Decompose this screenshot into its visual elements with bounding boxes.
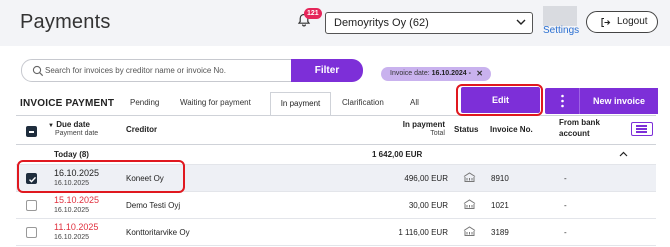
from-bank-account: -	[564, 174, 567, 183]
creditor-name: Demo Testi Oyj	[126, 201, 181, 210]
filter-chip-label: Invoice date:	[390, 70, 430, 77]
creditor-header[interactable]: Creditor	[126, 125, 157, 134]
chevron-down-icon	[516, 19, 526, 25]
notification-badge: 121	[304, 8, 322, 19]
chevron-up-icon[interactable]	[619, 151, 628, 157]
table-header: ▼ Due date Payment date Creditor In paym…	[16, 116, 656, 145]
tab-clarification[interactable]: Clarification	[342, 98, 384, 107]
creditor-name: Konttoritarvike Oy	[126, 228, 190, 237]
invoice-no-header[interactable]: Invoice No.	[490, 125, 533, 134]
select-all-checkbox[interactable]	[26, 126, 37, 137]
from-bank-header[interactable]: From bank account	[559, 118, 600, 138]
tab-waiting-for-payment[interactable]: Waiting for payment	[180, 98, 251, 107]
edit-button-highlight	[456, 84, 543, 116]
table-row[interactable]: 11.10.2025 16.10.2025 Konttoritarvike Oy…	[16, 219, 656, 246]
amount-header[interactable]: In payment Total	[388, 120, 445, 137]
invoice-number: 1021	[491, 201, 509, 210]
payment-date: 16.10.2025	[54, 207, 90, 214]
tab-all[interactable]: All	[410, 98, 419, 107]
search-box	[21, 59, 293, 82]
group-total: 1 642,00 EUR	[372, 150, 423, 159]
from-bank-account: -	[564, 201, 567, 210]
creditor-header-label: Creditor	[126, 125, 158, 134]
settings-avatar[interactable]	[543, 6, 577, 26]
from-bank-header-label-1: From bank	[559, 118, 600, 127]
search-input[interactable]	[45, 60, 290, 81]
filter-button[interactable]: Filter	[291, 59, 363, 82]
close-icon[interactable]: ✕	[476, 67, 483, 81]
amount: 30,00 EUR	[408, 201, 448, 210]
more-actions-button[interactable]	[545, 88, 579, 114]
page-title: Payments	[20, 11, 111, 33]
due-date-header[interactable]: ▼ Due date Payment date	[48, 120, 98, 137]
company-select[interactable]: Demoyritys Oy (62)	[325, 12, 533, 34]
total-header-label: Total	[430, 130, 445, 137]
invoice-number: 8910	[491, 174, 509, 183]
bank-status-icon	[463, 226, 476, 236]
logout-button[interactable]: Logout	[586, 11, 658, 33]
amount: 496,00 EUR	[404, 174, 448, 183]
column-settings-icon[interactable]	[631, 122, 653, 136]
payment-date: 16.10.2025	[54, 234, 90, 241]
table-row[interactable]: 15.10.2025 16.10.2025 Demo Testi Oyj 30,…	[16, 192, 656, 219]
invoice-number: 3189	[491, 228, 509, 237]
tab-in-payment[interactable]: In payment	[270, 92, 331, 116]
from-bank-account: -	[564, 228, 567, 237]
from-bank-header-label-2: account	[559, 129, 590, 138]
logout-icon	[601, 17, 611, 28]
company-select-value: Demoyritys Oy (62)	[334, 17, 429, 29]
new-invoice-button[interactable]: New invoice	[579, 88, 658, 114]
invoice-no-header-label: Invoice No.	[490, 125, 533, 134]
row-checkbox[interactable]	[26, 227, 37, 238]
tab-pending[interactable]: Pending	[130, 98, 159, 107]
active-filter-chip: Invoice date: 16.10.2024 - ✕	[381, 67, 491, 81]
selected-row-highlight	[17, 160, 185, 193]
group-label: Today (8)	[54, 150, 89, 159]
status-header-label: Status	[454, 125, 479, 134]
bank-status-icon	[463, 172, 476, 182]
sort-down-icon: ▼	[48, 123, 54, 129]
due-date: 11.10.2025	[54, 222, 99, 232]
in-payment-header-label: In payment	[402, 120, 445, 129]
bank-status-icon	[463, 199, 476, 209]
section-title: INVOICE PAYMENT	[20, 98, 115, 109]
amount: 1 116,00 EUR	[398, 228, 448, 237]
payment-date-header-label: Payment date	[55, 130, 99, 137]
due-date: 15.10.2025	[54, 195, 100, 205]
settings-link[interactable]: Settings	[543, 25, 579, 36]
search-icon	[32, 65, 44, 77]
logout-label: Logout	[617, 16, 648, 27]
due-date-header-label: Due date	[56, 120, 90, 129]
more-vertical-icon	[561, 94, 564, 108]
filter-chip-value: 16.10.2024 -	[431, 70, 471, 77]
status-header[interactable]: Status	[454, 125, 478, 134]
top-bar: Payments 121 Demoyritys Oy (62) Settings…	[0, 0, 670, 46]
row-checkbox[interactable]	[26, 200, 37, 211]
